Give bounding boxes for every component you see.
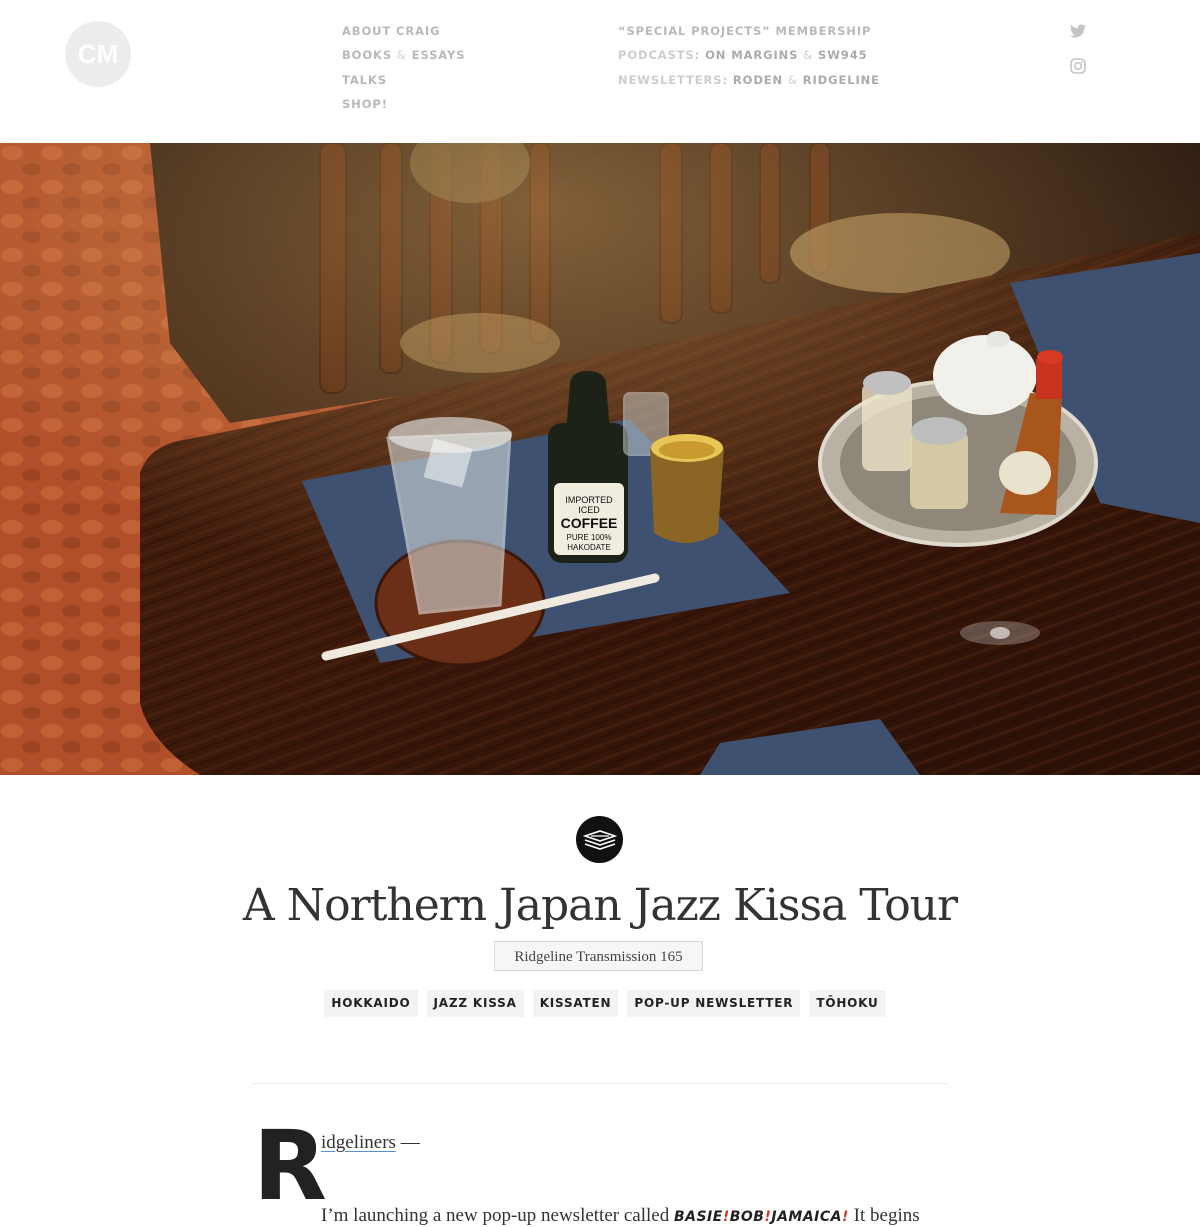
twitter-icon[interactable] bbox=[1070, 24, 1086, 40]
nav-link-membership[interactable]: “Special Projects” Membership bbox=[618, 24, 871, 38]
nav-item-newsletters: Newsletters: Roden & Ridgeline bbox=[618, 71, 880, 95]
nl-name-b: BOB bbox=[729, 1209, 765, 1225]
nl-sep-2: ! bbox=[764, 1209, 772, 1225]
nav-item-talks[interactable]: Talks bbox=[342, 71, 465, 95]
para-start: I’m launching a new pop-up newsletter ca… bbox=[321, 1205, 674, 1226]
secondary-nav: “Special Projects” Membership Podcasts: … bbox=[618, 22, 880, 95]
bottle-label-iced: ICED bbox=[578, 505, 600, 515]
nav-item-shop[interactable]: Shop! bbox=[342, 95, 465, 119]
primary-nav: About Craig Books & Essays Talks Shop! bbox=[342, 22, 465, 119]
nav-link-books[interactable]: Books bbox=[342, 48, 392, 62]
nav-link-shop[interactable]: Shop! bbox=[342, 97, 388, 111]
tag-jazz-kissa[interactable]: JAZZ KISSA bbox=[426, 990, 524, 1017]
nl-sep-3: ! bbox=[842, 1209, 849, 1225]
section-divider bbox=[252, 1083, 948, 1084]
nav-item-about[interactable]: About Craig bbox=[342, 22, 465, 46]
bottle-label-pure: PURE 100% bbox=[567, 533, 612, 542]
bottle-label-imported: IMPORTED bbox=[565, 495, 613, 505]
hero-illustration: IMPORTED ICED COFFEE PURE 100% HAKODATE bbox=[0, 143, 1200, 775]
ridgeline-badge[interactable] bbox=[576, 816, 623, 863]
nav-link-on-margins[interactable]: On Margins bbox=[705, 48, 798, 62]
greeting-dash: — bbox=[395, 1132, 420, 1153]
nav-link-about[interactable]: About Craig bbox=[342, 24, 440, 38]
nav-link-essays[interactable]: Essays bbox=[412, 48, 466, 62]
instagram-icon[interactable] bbox=[1070, 58, 1086, 74]
site-header: CM About Craig Books & Essays Talks Shop… bbox=[0, 0, 1200, 143]
newsletter-ampersand: & bbox=[787, 72, 798, 87]
nav-ampersand: & bbox=[396, 48, 407, 63]
transmission-label[interactable]: Ridgeline Transmission 165 bbox=[494, 941, 703, 971]
nl-name-c: JAMAICA bbox=[771, 1209, 843, 1225]
ridgeliners-link[interactable]: idgeliners bbox=[321, 1132, 396, 1153]
nav-item-membership[interactable]: “Special Projects” Membership bbox=[618, 22, 880, 46]
intro-paragraph: I’m launching a new pop-up newsletter ca… bbox=[321, 1205, 921, 1227]
newsletter-name-link[interactable]: BASIE!BOB!JAMAICA! bbox=[674, 1209, 849, 1225]
hero-photo: IMPORTED ICED COFFEE PURE 100% HAKODATE bbox=[0, 143, 1200, 775]
social-links bbox=[1070, 24, 1088, 92]
nav-link-talks[interactable]: Talks bbox=[342, 73, 387, 87]
nav-item-books-essays[interactable]: Books & Essays bbox=[342, 46, 465, 70]
article-title: A Northern Japan Jazz Kissa Tour bbox=[242, 880, 958, 931]
tag-hokkaido[interactable]: HOKKAIDO bbox=[324, 990, 418, 1017]
bottle-label-coffee: COFFEE bbox=[561, 515, 618, 531]
nav-link-sw945[interactable]: SW945 bbox=[818, 48, 867, 62]
nl-name-a: BASIE bbox=[673, 1209, 723, 1225]
tag-pop-up-newsletter[interactable]: POP-UP NEWSLETTER bbox=[627, 990, 801, 1017]
newsletters-prefix: Newsletters: bbox=[618, 72, 728, 87]
nav-link-ridgeline[interactable]: Ridgeline bbox=[803, 73, 880, 87]
tag-tohoku[interactable]: TŌHOKU bbox=[809, 990, 886, 1017]
tag-kissaten[interactable]: KISSATEN bbox=[532, 990, 619, 1017]
nav-item-podcasts: Podcasts: On Margins & SW945 bbox=[618, 46, 880, 70]
greeting-line: idgeliners — bbox=[321, 1132, 420, 1154]
para-end: It begins bbox=[848, 1205, 920, 1226]
stack-icon bbox=[582, 829, 617, 850]
nl-sep-1: ! bbox=[722, 1209, 730, 1225]
bottle-label-hakodate: HAKODATE bbox=[567, 543, 610, 552]
podcasts-prefix: Podcasts: bbox=[618, 48, 701, 63]
nav-link-roden[interactable]: Roden bbox=[733, 73, 783, 87]
tag-list: HOKKAIDO JAZZ KISSA KISSATEN POP-UP NEWS… bbox=[0, 990, 1200, 1017]
podcast-ampersand: & bbox=[803, 48, 814, 63]
site-logo[interactable]: CM bbox=[65, 21, 131, 87]
